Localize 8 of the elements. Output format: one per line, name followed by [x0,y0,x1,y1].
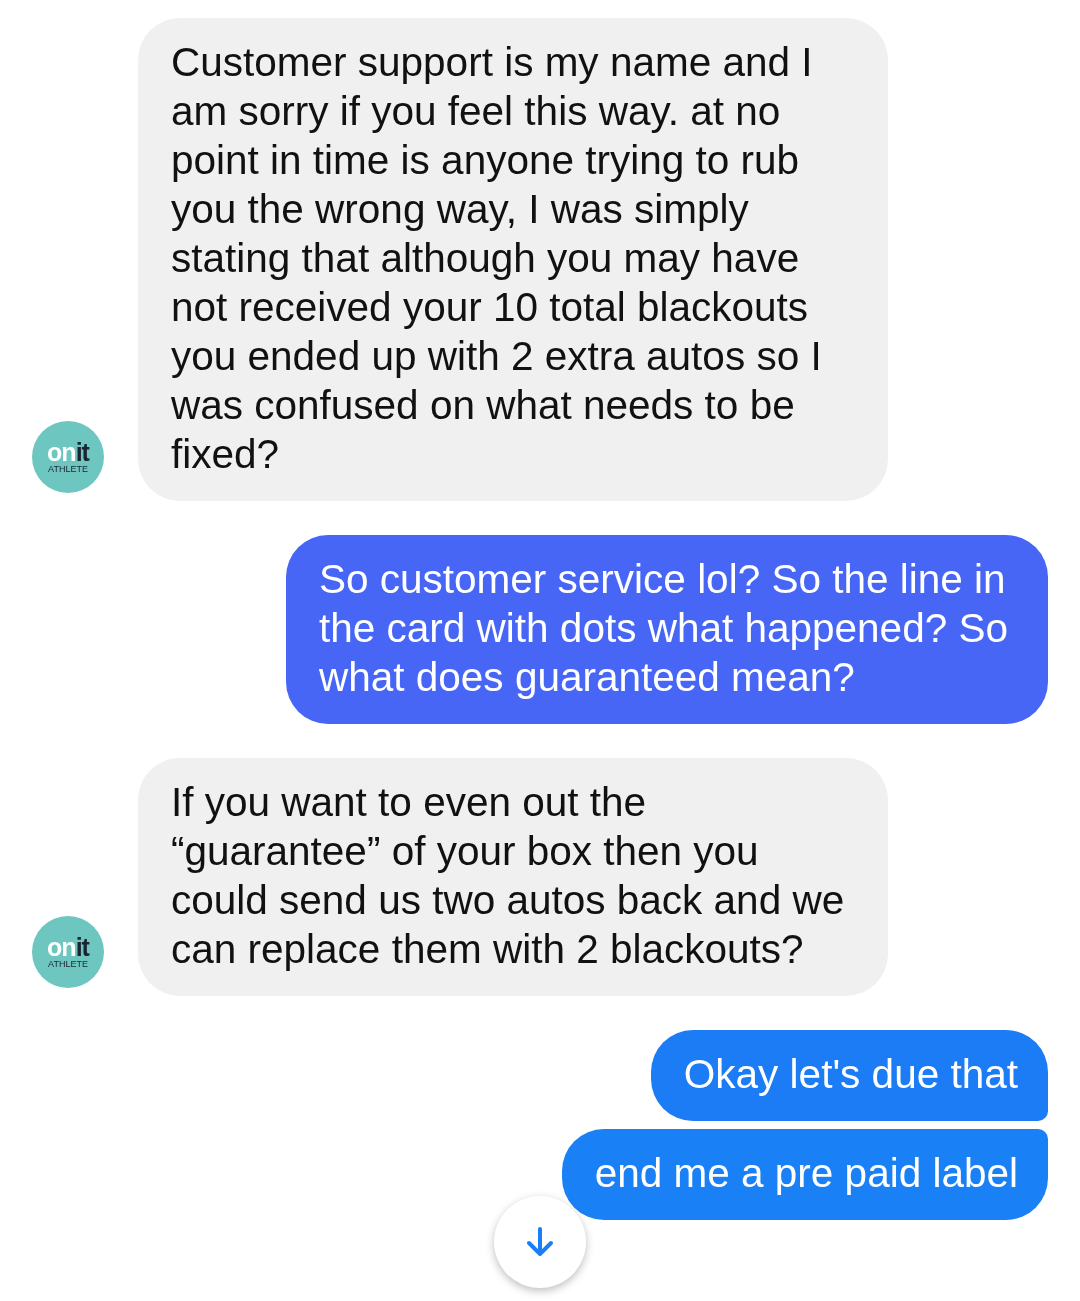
scroll-down-button[interactable] [494,1196,586,1288]
sent-message: end me a pre paid label [561,1129,1048,1220]
sent-message: So customer service lol? So the line in the card with dots what happened? So what does guaranteed mean? [286,535,1048,724]
received-message: If you want to even out the “guarantee” of your box then you could send us two autos back and we can replace them with 2 blackouts? [138,758,888,996]
avatar-logo: onit ATHLETE [32,421,104,493]
sent-message: Okay let's due that [650,1030,1048,1121]
avatar-logo: onit ATHLETE [32,916,104,988]
received-message: Customer support is my name and I am sorry if you feel this way. at no point in time is anyone trying to rub you the wrong way, I was simply stating that although you may have not received your 10 total blackouts you ended up with 2 extra autos so I was confused on what needs to be fixed? [138,18,888,501]
